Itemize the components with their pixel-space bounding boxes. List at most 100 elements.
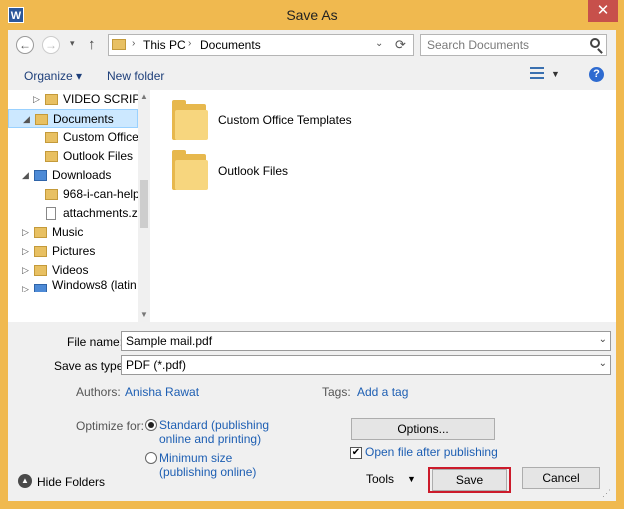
save-button[interactable]: Save [432, 469, 507, 491]
expand-icon[interactable]: ▷ [33, 90, 43, 109]
up-button[interactable]: ↑ [88, 36, 96, 53]
scroll-down-icon[interactable]: ▼ [140, 310, 148, 319]
view-dropdown-icon[interactable]: ▼ [551, 69, 560, 79]
breadcrumb-this-pc[interactable]: This PC [143, 38, 186, 52]
search-icon[interactable] [590, 38, 600, 48]
save-type-label: Save as type: [54, 359, 127, 373]
expand-icon[interactable]: ▷ [22, 223, 32, 242]
folder-icon [35, 114, 48, 125]
title-bar[interactable]: W Save As ✕ [0, 0, 624, 30]
tree-item-music[interactable]: ▷ Music [8, 223, 138, 242]
tree-item-label: Pictures [52, 244, 96, 258]
expand-icon[interactable]: ▷ [22, 261, 32, 280]
window-title: Save As [286, 7, 338, 23]
tree-item-label: Documents [53, 112, 114, 126]
tree-item-attachments-zip[interactable]: attachments.zip [8, 204, 138, 223]
tree-item-label: Music [52, 225, 84, 239]
resize-grip-icon[interactable]: ⋰ [602, 488, 611, 499]
hide-folders-icon[interactable]: ▲ [18, 474, 32, 488]
open-after-publishing-label[interactable]: Open file after publishing [365, 445, 498, 459]
tree-scrollbar[interactable]: ▲ ▼ [138, 90, 150, 322]
tags-label: Tags: [322, 385, 351, 399]
folder-icon[interactable] [172, 150, 208, 190]
hide-folders-button[interactable]: Hide Folders [37, 475, 105, 489]
scroll-up-icon[interactable]: ▲ [140, 92, 148, 101]
forward-button[interactable]: → [42, 36, 60, 54]
tools-menu[interactable]: Tools [366, 472, 394, 486]
options-button[interactable]: Options... [351, 418, 495, 440]
optimize-standard-radio[interactable] [145, 419, 157, 431]
pictures-icon [34, 246, 47, 257]
save-type-select[interactable]: PDF (*.pdf) ⌄ [121, 355, 611, 375]
authors-label: Authors: [76, 385, 121, 399]
tree-item-pictures[interactable]: ▷ Pictures [8, 242, 138, 261]
address-bar[interactable]: › This PC › Documents ⌄ ⟳ [108, 34, 414, 56]
refresh-icon[interactable]: ⟳ [395, 37, 406, 53]
collapse-icon[interactable]: ◢ [22, 166, 32, 185]
tree-item-label: 968-i-can-help [63, 187, 138, 201]
cancel-button[interactable]: Cancel [522, 467, 600, 489]
search-input[interactable]: Search Documents [420, 34, 607, 56]
tree-item-label: Videos [52, 263, 89, 277]
tree-item-downloads[interactable]: ◢ Downloads [8, 166, 138, 185]
optimize-minimum-radio[interactable] [145, 452, 157, 464]
tree-item-label: Downloads [52, 168, 112, 182]
folder-icon [45, 132, 58, 143]
file-name-label: File name: [67, 335, 124, 349]
folder-icon [112, 39, 126, 50]
close-button[interactable]: ✕ [588, 0, 618, 22]
collapse-icon[interactable]: ◢ [23, 110, 33, 127]
option-text-line: Minimum size [159, 451, 233, 465]
expand-icon[interactable]: ▷ [22, 242, 32, 261]
open-after-publishing-checkbox[interactable]: ✔ [350, 447, 362, 459]
expand-icon[interactable]: ▷ [22, 280, 32, 292]
authors-value[interactable]: Anisha Rawat [125, 385, 199, 399]
organize-menu[interactable]: Organize ▾ [24, 69, 82, 83]
recent-locations-dropdown[interactable]: ▾ [70, 38, 75, 49]
address-dropdown-icon[interactable]: ⌄ [375, 38, 383, 49]
file-name-field[interactable]: Sample mail.pdf ⌄ [121, 331, 611, 351]
file-name-value: Sample mail.pdf [126, 334, 213, 348]
chevron-right-icon[interactable]: › [132, 38, 135, 49]
option-text-line: online and printing) [159, 432, 262, 446]
tree-item-label: Custom Office [63, 130, 138, 144]
tree-item-videos[interactable]: ▷ Videos [8, 261, 138, 280]
breadcrumb-documents[interactable]: Documents [200, 38, 261, 52]
search-placeholder: Search Documents [427, 38, 530, 52]
optimize-standard-label[interactable]: Standard (publishing online and printing… [159, 418, 269, 446]
option-text-line: (publishing online) [159, 465, 257, 479]
tools-dropdown-icon[interactable]: ▼ [407, 474, 416, 484]
chevron-down-icon[interactable]: ⌄ [599, 334, 607, 345]
navigation-bar: ← → ▾ ↑ › This PC › Documents ⌄ ⟳ Search… [8, 30, 616, 62]
tree-item-968-i-can-help[interactable]: 968-i-can-help [8, 185, 138, 204]
change-view-icon[interactable] [530, 67, 544, 81]
help-icon[interactable]: ? [589, 67, 604, 82]
chevron-right-icon[interactable]: › [188, 38, 191, 49]
back-button[interactable]: ← [16, 36, 34, 54]
dialog-body: ← → ▾ ↑ › This PC › Documents ⌄ ⟳ Search… [8, 30, 616, 501]
scroll-thumb[interactable] [140, 180, 148, 228]
content-item-outlook-files[interactable]: Outlook Files [218, 164, 288, 178]
save-type-value: PDF (*.pdf) [126, 358, 187, 372]
new-folder-button[interactable]: New folder [107, 69, 164, 83]
tree-item-label: Outlook Files [63, 149, 134, 163]
folder-icon [45, 189, 58, 200]
command-toolbar: Organize ▾ New folder ▼ ? [8, 62, 616, 90]
content-item-custom-office-templates[interactable]: Custom Office Templates [218, 113, 352, 127]
tree-item-outlook-files[interactable]: Outlook Files [8, 147, 138, 166]
add-tag-link[interactable]: Add a tag [357, 385, 408, 399]
tree-item-documents[interactable]: ◢ Documents [8, 109, 138, 128]
videos-icon [34, 265, 47, 276]
zip-file-icon [46, 207, 56, 220]
file-list-pane: Custom Office Templates Outlook Files [150, 90, 616, 322]
chevron-down-icon[interactable]: ⌄ [599, 358, 607, 369]
downloads-icon [34, 170, 47, 181]
tree-item-video-scripts[interactable]: ▷ VIDEO SCRIPTS [8, 90, 138, 109]
folder-icon[interactable] [172, 100, 208, 140]
save-as-dialog: W Save As ✕ ← → ▾ ↑ › This PC › Document… [0, 0, 624, 509]
tree-item-windows8[interactable]: ▷ Windows8 (latin [8, 280, 138, 292]
music-icon [34, 227, 47, 238]
drive-icon [34, 284, 47, 292]
optimize-minimum-label[interactable]: Minimum size (publishing online) [159, 451, 256, 479]
tree-item-custom-office[interactable]: Custom Office [8, 128, 138, 147]
